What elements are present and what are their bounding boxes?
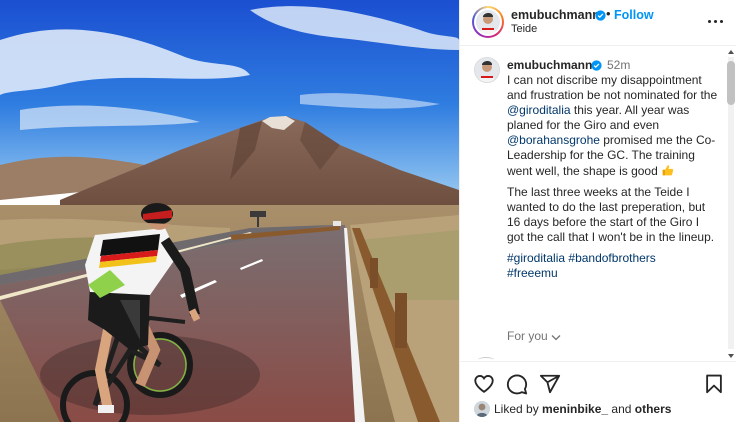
liked-by-text: Liked by meninbike_ and others <box>494 402 671 416</box>
verified-badge-icon <box>595 10 606 21</box>
more-options-icon[interactable] <box>706 13 726 29</box>
hashtag-freeemu[interactable]: #freeemu <box>507 266 558 280</box>
caption-paragraph-1: I can not discribe my disappointment and… <box>507 73 719 179</box>
hashtag-giroditalia[interactable]: #giroditalia <box>507 251 565 265</box>
caption-paragraph-2: The last three weeks at the Teide I want… <box>507 184 715 244</box>
scroll-down-icon[interactable] <box>727 353 735 359</box>
caption-username[interactable]: emubuchmann <box>507 58 592 72</box>
verified-badge-icon <box>591 60 602 71</box>
post-photo[interactable] <box>0 0 459 422</box>
chevron-down-icon <box>551 335 561 341</box>
follow-button[interactable]: Follow <box>614 8 654 22</box>
post-header: emubuchmann • Follow Teide <box>460 0 736 46</box>
caption-text: I can not discribe my disappointment and… <box>507 73 719 281</box>
caption-avatar-image <box>475 58 499 82</box>
liked-by-middle: and <box>608 402 635 416</box>
avatar-image <box>476 10 500 34</box>
location-link[interactable]: Teide <box>511 23 537 35</box>
for-you-label: For you <box>507 329 548 343</box>
separator-dot: • <box>606 6 611 21</box>
heart-icon[interactable] <box>473 373 495 395</box>
comments-section: emubuchmann 52m I can not discribe my di… <box>460 47 736 361</box>
scroll-up-icon[interactable] <box>727 49 735 55</box>
mention-borahansgrohe[interactable]: @borahansgrohe <box>507 133 600 147</box>
liked-by-prefix: Liked by <box>494 402 543 416</box>
share-icon[interactable] <box>539 373 561 395</box>
caption-hashtags: #giroditalia #bandofbrothers #freeemu <box>507 251 719 281</box>
mention-giroditalia[interactable]: @giroditalia <box>507 103 571 117</box>
post-actions: Liked by meninbike_ and others <box>460 361 736 422</box>
caption-avatar[interactable] <box>474 57 500 83</box>
liked-by-avatar-image <box>474 401 490 417</box>
username[interactable]: emubuchmann <box>511 8 600 22</box>
hashtag-bandofbrothers[interactable]: #bandofbrothers <box>568 251 655 265</box>
scroll-thumb[interactable] <box>727 61 735 105</box>
liked-by-user[interactable]: meninbike_ <box>542 402 608 416</box>
bookmark-icon[interactable] <box>703 373 725 395</box>
teide-cyclist-image <box>0 0 459 422</box>
thumbs-up-icon <box>662 164 674 175</box>
for-you-toggle[interactable]: For you <box>507 329 561 343</box>
comment-icon[interactable] <box>506 373 528 395</box>
post-side-panel: emubuchmann • Follow Teide emubuchmann 5… <box>459 0 736 422</box>
story-ring[interactable] <box>472 6 504 38</box>
liked-by-others[interactable]: others <box>635 402 672 416</box>
post-timestamp[interactable]: 52m <box>607 58 630 72</box>
avatar[interactable] <box>474 8 502 36</box>
comments-scrollbar[interactable] <box>726 49 736 359</box>
caption-text-part: I can not discribe my disappointment and… <box>507 73 718 103</box>
liked-by-avatar[interactable] <box>474 401 490 417</box>
